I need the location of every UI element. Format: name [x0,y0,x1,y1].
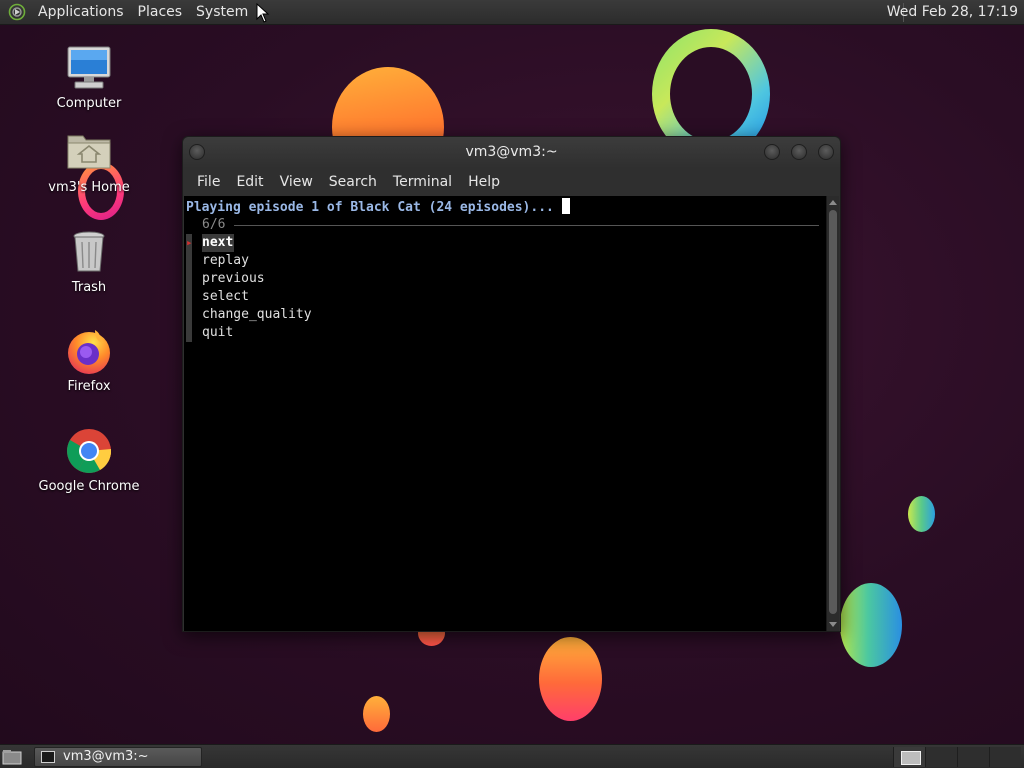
wallpaper-green-blob-large [840,583,902,667]
counter-divider [234,225,819,226]
menu-system[interactable]: System [192,0,252,25]
terminal-menubar: File Edit View Search Terminal Help [183,168,840,196]
workspace-4[interactable] [989,747,1021,767]
scroll-up-icon[interactable] [829,200,837,205]
window-title: vm3@vm3:~ [465,144,558,160]
option-quit[interactable]: quit [202,324,233,342]
mouse-pointer-icon [256,2,270,23]
menu-edit[interactable]: Edit [228,168,271,196]
minimize-icon[interactable] [764,144,780,160]
desktop-icon-home[interactable]: vm3's Home [34,128,144,195]
taskbar-window-label: vm3@vm3:~ [63,749,149,764]
wallpaper-green-blob-small [908,496,935,532]
option-change-quality[interactable]: change_quality [202,306,312,324]
menu-places[interactable]: Places [134,0,187,25]
workspace-1[interactable] [893,747,925,767]
scroll-down-icon[interactable] [829,622,837,627]
option-replay[interactable]: replay [202,252,249,270]
status-text: Playing episode 1 of Black Cat (24 episo… [186,200,554,215]
menu-search[interactable]: Search [321,168,385,196]
match-counter: 6/6 [202,217,226,232]
computer-icon [65,44,113,92]
workspace-2[interactable] [925,747,957,767]
panel-clock[interactable]: Wed Feb 28, 17:19 [887,0,1018,25]
menu-file[interactable]: File [189,168,228,196]
status-line: Playing episode 1 of Black Cat (24 episo… [186,198,570,216]
option-previous[interactable]: previous [202,270,265,288]
terminal-output[interactable]: Playing episode 1 of Black Cat (24 episo… [184,196,827,631]
terminal-window[interactable]: vm3@vm3:~ File Edit View Search Terminal… [182,136,841,632]
bottom-panel: vm3@vm3:~ [0,744,1024,768]
chrome-icon [65,427,113,475]
trash-icon [65,228,113,276]
menu-terminal[interactable]: Terminal [385,168,460,196]
taskbar-window-button[interactable]: vm3@vm3:~ [34,747,202,767]
terminal-titlebar[interactable]: vm3@vm3:~ [183,137,840,168]
menu-help[interactable]: Help [460,168,508,196]
workspace-3[interactable] [957,747,989,767]
desktop-icon-label: Google Chrome [38,479,140,494]
distro-logo-icon[interactable] [6,1,28,23]
desktop-icon-trash[interactable]: Trash [34,228,144,295]
menu-view[interactable]: View [272,168,321,196]
scrollbar-thumb[interactable] [829,210,837,614]
desktop-icon-label: Trash [71,280,107,295]
home-folder-icon [65,128,113,176]
terminal-scrollbar[interactable] [826,196,839,631]
desktop-icon-label: Firefox [67,379,111,394]
top-panel: Applications Places System Wed Feb 28, 1… [0,0,1024,25]
option-select[interactable]: select [202,288,249,306]
desktop-icon-firefox[interactable]: Firefox [34,327,144,394]
maximize-icon[interactable] [791,144,807,160]
option-next[interactable]: next [202,234,235,252]
close-icon[interactable] [818,144,834,160]
text-cursor [561,198,570,214]
menu-applications[interactable]: Applications [34,0,128,25]
firefox-icon [65,327,113,375]
desktop-icon-computer[interactable]: Computer [34,44,144,111]
desktop-icon-label: Computer [56,96,122,111]
selection-pointer-icon: ▸ [186,236,193,249]
terminal-icon [41,751,55,763]
wallpaper-orange-blob-bottom [539,637,602,721]
desktop-icon-label: vm3's Home [48,180,130,195]
show-desktop-icon[interactable] [2,748,22,766]
desktop-icon-chrome[interactable]: Google Chrome [34,427,144,494]
wallpaper-orange-blob-tiny [363,696,390,732]
workspace-switcher [893,747,1024,767]
